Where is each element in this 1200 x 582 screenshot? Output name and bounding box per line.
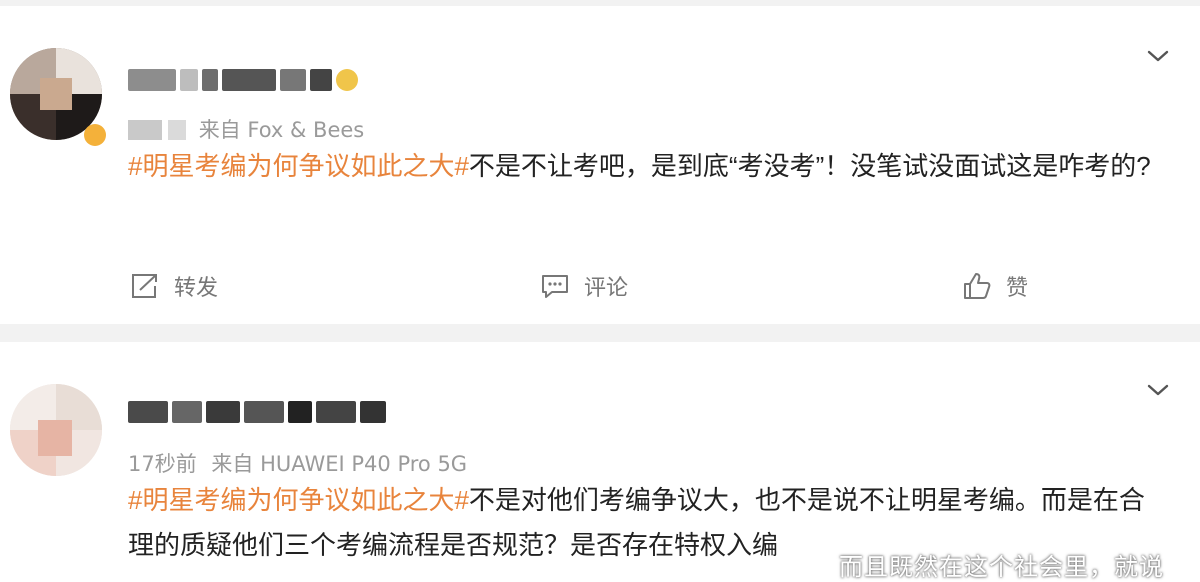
username-blurred[interactable] [128,398,386,426]
post-text: 不是不让考吧，是到底“考没考”！没笔试没面试这是咋考的? [468,151,1151,181]
time-blurred [128,120,162,140]
source-prefix: 来自 [211,452,254,476]
like-label: 赞 [1006,276,1029,301]
weibo-post-card: 17秒前 来自 HUAWEI P40 Pro 5G #明星考编为何争议如此之大#… [0,342,1200,582]
weibo-post-card: 来自 Fox & Bees #明星考编为何争议如此之大#不是不让考吧，是到底“考… [0,6,1200,324]
time-blurred [168,120,186,140]
comment-button[interactable]: 评论 [540,270,628,302]
post-content: #明星考编为何争议如此之大#不是不让考吧，是到底“考没考”！没笔试没面试这是咋考… [128,144,1168,189]
source-device[interactable]: HUAWEI P40 Pro 5G [260,452,467,476]
post-meta: 来自 Fox & Bees [128,114,364,144]
topic-link[interactable]: #明星考编为何争议如此之大# [128,485,469,515]
source-prefix: 来自 [198,118,241,142]
repost-button[interactable]: 转发 [130,270,218,302]
verified-badge-icon [84,124,106,146]
avatar[interactable] [10,384,102,476]
chevron-down-icon[interactable] [1146,378,1170,402]
comment-label: 评论 [584,276,629,301]
repost-label: 转发 [174,276,219,301]
watermark-text: 而且既然在这个社会里，就说 [839,553,1164,581]
topic-link[interactable]: #明星考编为何争议如此之大# [128,151,469,181]
chevron-down-icon[interactable] [1146,44,1170,68]
username-blurred[interactable] [128,66,358,94]
like-button[interactable]: 赞 [962,270,1028,302]
thumbs-up-icon [964,273,991,299]
repost-icon [132,274,157,298]
source-device[interactable]: Fox & Bees [247,118,364,142]
comment-icon [542,275,568,298]
post-timestamp[interactable]: 17秒前 [128,452,197,476]
post-meta: 17秒前 来自 HUAWEI P40 Pro 5G [128,448,467,478]
